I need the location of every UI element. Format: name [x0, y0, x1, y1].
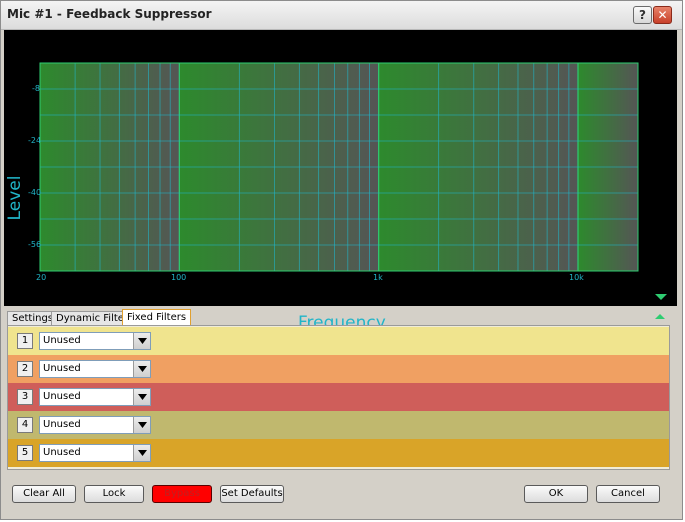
filter-number[interactable]: 4	[17, 417, 33, 433]
x-tick: 10k	[569, 273, 584, 282]
filter-row-5: 5 Unused	[8, 439, 669, 467]
filter-type-value: Unused	[43, 391, 81, 402]
filter-type-select[interactable]: Unused	[39, 332, 151, 350]
tab-fixed-filters[interactable]: Fixed Filters	[122, 309, 192, 325]
bypass-button[interactable]: Bypass	[152, 485, 212, 503]
filter-number[interactable]: 1	[17, 333, 33, 349]
filter-type-select[interactable]: Unused	[39, 360, 151, 378]
y-tick: -56	[28, 240, 42, 249]
y-axis-label-text: Level	[5, 175, 25, 221]
x-tick: 1k	[373, 273, 383, 282]
plot-svg	[39, 62, 639, 272]
chevron-down-icon[interactable]	[133, 333, 150, 349]
y-tick: -24	[28, 136, 42, 145]
cancel-button[interactable]: Cancel	[596, 485, 660, 503]
filter-row-3: 3 Unused	[8, 383, 669, 411]
filter-type-value: Unused	[43, 447, 81, 458]
filter-type-select[interactable]: Unused	[39, 416, 151, 434]
filter-number[interactable]: 3	[17, 389, 33, 405]
filter-row-1: 1 Unused	[8, 327, 669, 355]
chevron-down-icon[interactable]	[133, 361, 150, 377]
filter-type-value: Unused	[43, 419, 81, 430]
y-tick: -8	[32, 84, 40, 93]
chevron-down-icon[interactable]	[133, 389, 150, 405]
window-title: Mic #1 - Feedback Suppressor	[7, 7, 212, 21]
fixed-filters-panel: 1 Unused 2 Unused 3 Unused 4 Unused 5 Un…	[7, 325, 670, 470]
filter-type-value: Unused	[43, 335, 81, 346]
x-tick: 20	[36, 273, 47, 282]
collapse-arrow-icon[interactable]	[655, 294, 667, 300]
feedback-suppressor-window: Mic #1 - Feedback Suppressor ? ✕ Level F…	[0, 0, 683, 520]
set-defaults-button[interactable]: Set Defaults	[220, 485, 284, 503]
title-bar: Mic #1 - Feedback Suppressor ? ✕	[1, 1, 682, 30]
expand-arrow-icon[interactable]	[655, 314, 665, 319]
y-axis-label: Level	[5, 174, 25, 224]
filter-row-2: 2 Unused	[8, 355, 669, 383]
close-button[interactable]: ✕	[653, 6, 672, 24]
filter-number[interactable]: 2	[17, 361, 33, 377]
x-tick: 100	[171, 273, 187, 282]
filter-number[interactable]: 5	[17, 445, 33, 461]
filter-type-value: Unused	[43, 363, 81, 374]
help-icon: ?	[639, 8, 646, 22]
help-button[interactable]: ?	[633, 6, 652, 24]
frequency-plot[interactable]: Level Frequency -8 -24 -40 -56 20 100 1k…	[4, 30, 677, 333]
filter-row-4: 4 Unused	[8, 411, 669, 439]
clear-all-button[interactable]: Clear All	[12, 485, 76, 503]
ok-button[interactable]: OK	[524, 485, 588, 503]
chevron-down-icon[interactable]	[133, 417, 150, 433]
filter-type-select[interactable]: Unused	[39, 388, 151, 406]
close-icon: ✕	[657, 8, 668, 22]
lock-button[interactable]: Lock	[84, 485, 144, 503]
y-tick: -40	[28, 188, 42, 197]
chevron-down-icon[interactable]	[133, 445, 150, 461]
filter-type-select[interactable]: Unused	[39, 444, 151, 462]
